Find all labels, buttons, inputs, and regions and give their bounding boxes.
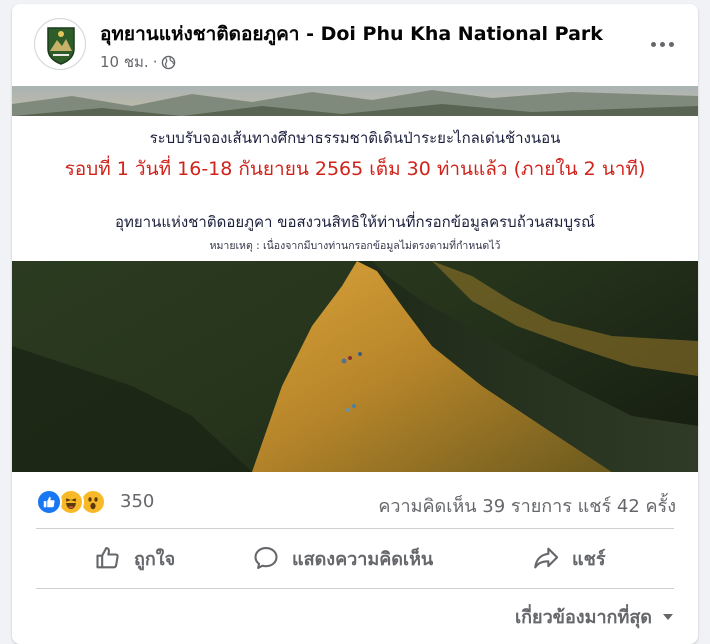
thumbs-up-icon (43, 496, 55, 508)
engagement-counts: ความคิดเห็น 39 รายการ แชร์ 42 ครั้ง (378, 491, 676, 520)
laughing-face-icon (65, 498, 77, 509)
stats-divider (36, 528, 674, 529)
actions-divider (36, 588, 674, 589)
post-timestamp[interactable]: 10 ชม. (100, 50, 149, 74)
reaction-icons[interactable] (36, 489, 110, 515)
banner-highlight: รอบที่ 1 วันที่ 16-18 กันยายน 2565 เต็ม … (64, 158, 646, 180)
ellipsis-icon-dot (650, 41, 656, 47)
post-card: อุทยานแห่งชาติดอยภูคา - Doi Phu Kha Nati… (12, 4, 698, 644)
park-logo-icon (47, 27, 75, 65)
share-arrow-icon (534, 547, 559, 569)
ellipsis-icon-dot (668, 41, 674, 47)
comment-button-label: แสดงความคิดเห็น (292, 548, 434, 570)
banner-title: ระบบรับจองเส้นทางศึกษาธรรมชาติเดินป่าระย… (149, 129, 561, 147)
post-actions: ถูกใจ แสดงความคิดเห็น แชร์ (12, 536, 698, 580)
like-reaction-icon (36, 489, 62, 515)
comment-button[interactable]: แสดงความคิดเห็น (252, 536, 433, 580)
comment-count-link[interactable]: ความคิดเห็น 39 รายการ (378, 496, 572, 517)
share-count-link[interactable]: แชร์ 42 ครั้ง (578, 496, 676, 517)
page-avatar[interactable] (34, 18, 86, 70)
post-stats: 350 ความคิดเห็น 39 รายการ แชร์ 42 ครั้ง (12, 482, 698, 522)
reaction-count[interactable]: 350 (120, 491, 154, 512)
banner-note: หมายเหตุ : เนื่องจากมีบางท่านกรอกข้อมูลไ… (209, 240, 501, 252)
globe-icon (162, 55, 176, 69)
comment-sort-dropdown[interactable]: เกี่ยวข้องมากที่สุด (515, 602, 674, 631)
meta-separator: · (152, 53, 158, 71)
page-name-link[interactable]: อุทยานแห่งชาติดอยภูคา - Doi Phu Kha Nati… (100, 19, 603, 49)
share-button[interactable]: แชร์ (532, 536, 606, 580)
post-header: อุทยานแห่งชาติดอยภูคา - Doi Phu Kha Nati… (12, 4, 698, 82)
thumbs-up-outline-icon (96, 547, 119, 569)
post-image[interactable]: ระบบรับจองเส้นทางศึกษาธรรมชาติเดินป่าระย… (12, 86, 698, 472)
post-options-button[interactable] (644, 32, 680, 56)
ellipsis-icon-dot (659, 41, 665, 47)
banner-notice: อุทยานแห่งชาติดอยภูคา ขอสงวนสิทธิให้ท่าน… (115, 213, 595, 231)
like-button[interactable]: ถูกใจ (94, 536, 175, 580)
post-meta: 10 ชม. · (100, 50, 176, 74)
comment-sort-label: เกี่ยวข้องมากที่สุด (514, 607, 652, 628)
caret-down-icon (663, 613, 673, 620)
comment-bubble-icon (254, 547, 278, 569)
share-button-label: แชร์ (572, 548, 606, 570)
like-button-label: ถูกใจ (134, 548, 176, 570)
surprised-face-icon (88, 497, 98, 510)
announcement-banner: ระบบรับจองเส้นทางศึกษาธรรมชาติเดินป่าระย… (12, 116, 698, 261)
